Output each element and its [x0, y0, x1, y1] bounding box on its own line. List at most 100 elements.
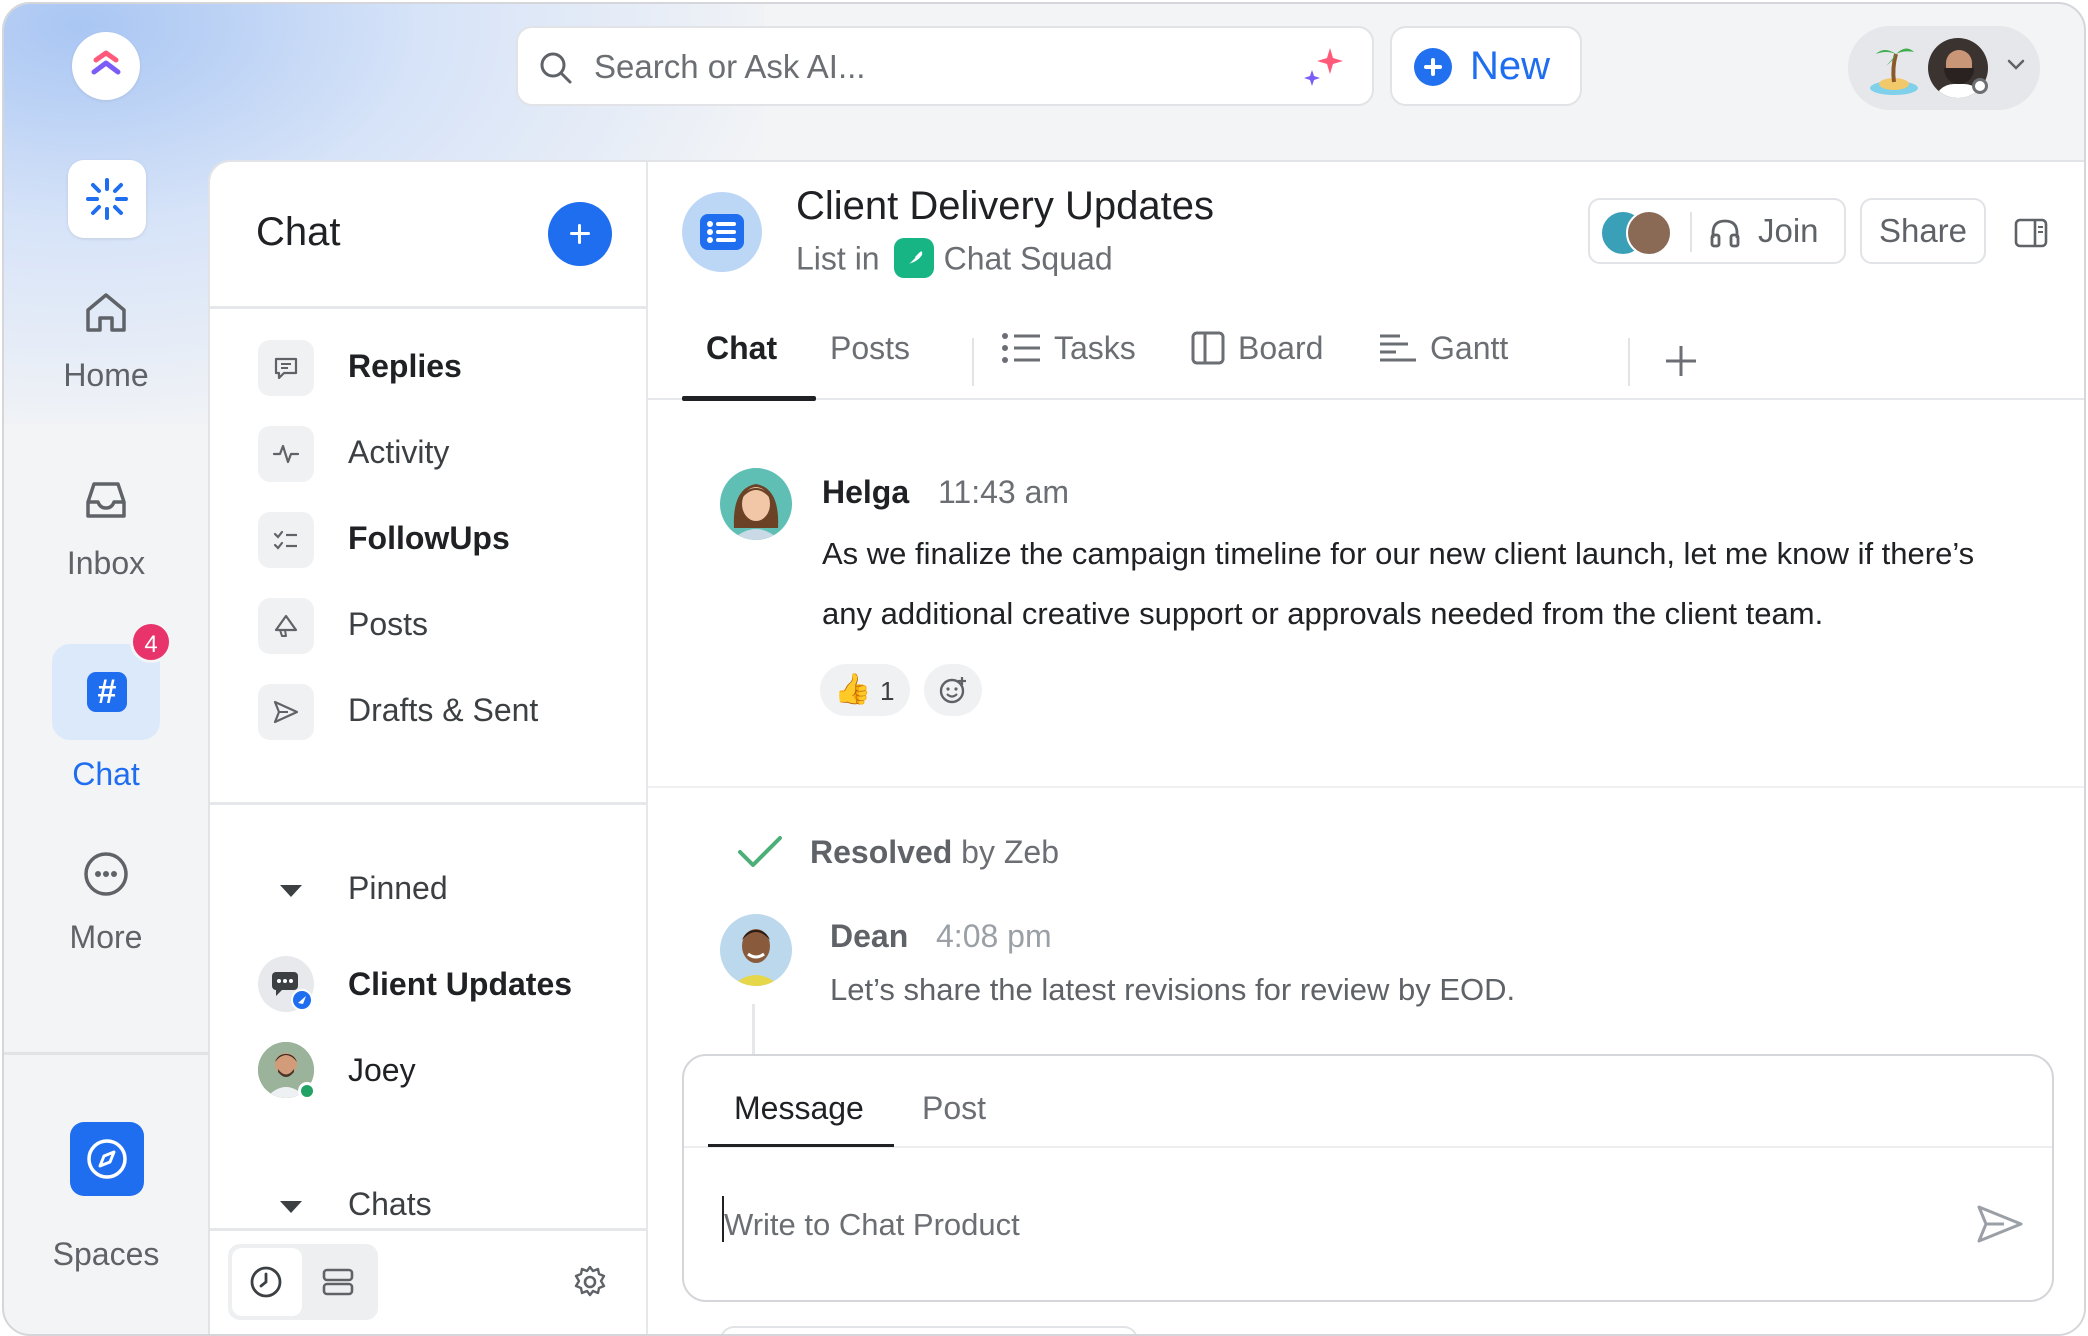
message-input[interactable]: [722, 1200, 1926, 1250]
list-channel-icon: [682, 192, 762, 272]
user-status-indicator: [1972, 78, 1988, 94]
list-view-icon[interactable]: [320, 1264, 356, 1300]
rail-spaces[interactable]: [70, 1122, 144, 1196]
workspace-logo[interactable]: [68, 160, 146, 238]
sidebar-item-drafts-sent[interactable]: Drafts & Sent: [258, 682, 618, 742]
message-composer: Message Post: [682, 1054, 2054, 1302]
rail-more-label: More: [69, 919, 143, 955]
new-button-label: New: [1470, 44, 1551, 88]
pinned-label: Pinned: [348, 870, 448, 906]
tab-chat[interactable]: Chat: [706, 330, 777, 367]
pulse-icon: [258, 426, 314, 482]
chat-main: Client Delivery Updates List in Chat Squa…: [648, 162, 2084, 1334]
rail-inbox-label: Inbox: [66, 545, 146, 581]
share-button[interactable]: Share: [1860, 198, 1986, 264]
home-icon: [86, 293, 126, 332]
pinned-item-client-updates[interactable]: Client Updates: [258, 956, 618, 1016]
message-time: 4:08 pm: [936, 918, 1052, 954]
gear-icon[interactable]: [572, 1264, 608, 1300]
composer-tab-message[interactable]: Message: [734, 1090, 864, 1127]
tab-tasks-label: Tasks: [1054, 330, 1136, 366]
board-icon: [1191, 331, 1225, 365]
reaction-thumbs-up[interactable]: 👍 1: [820, 664, 910, 716]
sidebar-item-followups[interactable]: FollowUps: [258, 510, 618, 570]
side-panel-icon[interactable]: [2014, 218, 2048, 248]
plus-circle-icon: [1414, 48, 1452, 86]
compass-icon: [87, 1139, 127, 1179]
more-dots-icon: [84, 852, 128, 896]
view-toggle[interactable]: [228, 1244, 378, 1320]
tab-board[interactable]: Board: [1190, 330, 1323, 371]
message-author[interactable]: Dean: [830, 918, 908, 955]
sidebar-item-label: Posts: [348, 606, 429, 642]
active-tab-underline: [682, 396, 816, 401]
chevron-down-icon: [2007, 59, 2025, 70]
composer-active-underline: [708, 1144, 894, 1147]
resolved-check-icon: [738, 836, 782, 867]
rail-home[interactable]: Home: [4, 286, 208, 394]
rail-inbox[interactable]: Inbox: [4, 474, 208, 582]
tab-divider: [1628, 338, 1630, 386]
clock-icon: [250, 1266, 282, 1298]
channel-avatar: [258, 956, 314, 1012]
chats-section-header[interactable]: Chats: [280, 1186, 432, 1223]
message-time: 11:43 am: [938, 474, 1070, 510]
sidebar-item-activity[interactable]: Activity: [258, 424, 618, 484]
dean-avatar[interactable]: [720, 914, 792, 986]
search-bar[interactable]: [516, 26, 1374, 106]
pinned-item-label: Joey: [348, 1052, 416, 1088]
message-author[interactable]: Helga: [822, 474, 909, 511]
new-chat-button[interactable]: [548, 202, 612, 266]
add-emoji-icon: [939, 677, 966, 704]
user-menu[interactable]: [1848, 26, 2040, 110]
rail-more[interactable]: More: [4, 848, 208, 956]
sidebar-divider: [210, 802, 646, 805]
resolved-label: Resolved: [810, 834, 953, 870]
message-text: Let’s share the latest revisions for rev…: [830, 972, 1516, 1007]
inbox-icon: [86, 482, 126, 518]
helga-avatar[interactable]: [720, 468, 792, 540]
tab-gantt-label: Gantt: [1430, 330, 1509, 366]
search-icon: [540, 52, 572, 84]
headphones-icon: [1710, 219, 1740, 248]
tab-divider: [972, 338, 974, 386]
caret-down-icon: [280, 1200, 302, 1213]
sidebar-item-posts[interactable]: Posts: [258, 596, 618, 656]
composer-toolbar-edge: [720, 1326, 1138, 1334]
space-feather-icon: [893, 238, 934, 278]
list-icon: [1002, 333, 1040, 364]
pinned-item-joey[interactable]: Joey: [258, 1042, 618, 1102]
composer-tab-post[interactable]: Post: [922, 1090, 986, 1127]
search-input[interactable]: [592, 42, 1276, 92]
space-link[interactable]: Chat Squad: [944, 240, 1113, 276]
send-icon: [258, 684, 314, 740]
app-window: New Home: [2, 2, 2086, 1336]
rail-divider: [4, 1052, 208, 1055]
rail-spaces-label: Spaces: [52, 1236, 160, 1272]
channel-title: Client Delivery Updates: [796, 184, 1214, 228]
resolved-by: by Zeb: [961, 834, 1059, 870]
rail-chat-label: Chat: [72, 756, 140, 792]
pinned-section-header[interactable]: Pinned: [280, 870, 448, 907]
add-reaction-button[interactable]: [924, 664, 982, 716]
sidebar-item-label: Drafts & Sent: [348, 692, 539, 728]
channel-location-prefix: List in: [796, 240, 880, 277]
sidebar-item-label: FollowUps: [348, 520, 510, 556]
ai-sparkle-icon[interactable]: [1300, 44, 1348, 92]
sidebar-item-replies[interactable]: Replies: [258, 338, 618, 398]
megaphone-icon: [258, 598, 314, 654]
message-text-line: As we finalize the campaign timeline for…: [822, 536, 1975, 571]
tab-tasks[interactable]: Tasks: [1000, 330, 1136, 371]
chats-label: Chats: [348, 1186, 432, 1222]
add-view-plus-icon[interactable]: [1662, 342, 1700, 380]
send-icon[interactable]: [1976, 1204, 2024, 1244]
join-label: Join: [1758, 212, 1819, 249]
join-divider: [1690, 212, 1692, 252]
reply-bubble-icon: [258, 340, 314, 396]
new-button[interactable]: New: [1390, 26, 1582, 106]
join-call-button[interactable]: Join: [1588, 198, 1846, 264]
clickup-logo[interactable]: [72, 32, 140, 100]
chat-bubble-icon: [272, 972, 313, 1011]
tab-posts[interactable]: Posts: [830, 330, 910, 367]
tab-gantt[interactable]: Gantt: [1378, 330, 1508, 371]
